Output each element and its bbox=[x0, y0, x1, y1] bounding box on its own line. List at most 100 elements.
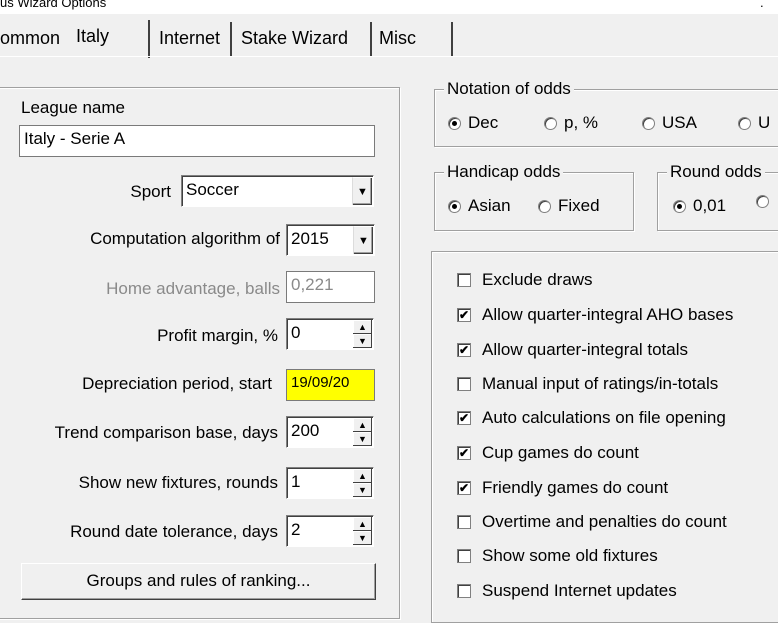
radio-label: Fixed bbox=[558, 196, 600, 215]
spinner-buttons[interactable]: ▲ ▼ bbox=[353, 517, 372, 545]
checkbox-quarter-totals[interactable]: Allow quarter-integral totals bbox=[457, 339, 688, 361]
checkbox[interactable] bbox=[457, 308, 471, 322]
tab-strip: ommon Italy Internet Stake Wizard Misc bbox=[0, 14, 778, 58]
spin-down-icon[interactable]: ▼ bbox=[353, 483, 372, 497]
window-title-right: . bbox=[760, 0, 764, 10]
radio-label: 0,01 bbox=[693, 196, 727, 215]
depreciation-date-input[interactable]: 19/09/20 bbox=[286, 369, 375, 401]
radio-label: Dec bbox=[468, 113, 499, 132]
spinner-buttons[interactable]: ▲ ▼ bbox=[353, 320, 372, 348]
checkbox[interactable] bbox=[457, 377, 471, 391]
trend-base-value: 200 bbox=[291, 421, 320, 440]
spinner-buttons[interactable]: ▲ ▼ bbox=[353, 469, 372, 497]
algorithm-value: 2015 bbox=[291, 229, 329, 248]
checkbox[interactable] bbox=[457, 411, 471, 425]
radio-button[interactable] bbox=[448, 116, 461, 130]
league-name-input[interactable]: Italy - Serie A bbox=[19, 125, 375, 157]
home-advantage-input: 0,221 bbox=[286, 271, 375, 303]
tab-divider bbox=[0, 56, 778, 57]
radio-button[interactable] bbox=[642, 116, 655, 130]
date-tolerance-spinner[interactable]: 2 ▲ ▼ bbox=[286, 515, 374, 547]
checkbox[interactable] bbox=[457, 584, 471, 598]
trend-base-spinner[interactable]: 200 ▲ ▼ bbox=[286, 416, 374, 448]
checkbox[interactable] bbox=[457, 481, 471, 495]
radio-usa[interactable]: USA bbox=[642, 112, 697, 134]
chevron-down-icon[interactable]: ▼ bbox=[352, 177, 372, 205]
checkbox[interactable] bbox=[457, 549, 471, 563]
tab-misc[interactable]: Misc bbox=[375, 22, 453, 56]
tab-label: Internet bbox=[159, 28, 221, 48]
radio-asian[interactable]: Asian bbox=[448, 195, 511, 217]
round-odds-legend: Round odds bbox=[667, 162, 765, 182]
checkbox-label: Allow quarter-integral totals bbox=[482, 340, 688, 359]
radio-button[interactable] bbox=[673, 199, 686, 213]
radio-button[interactable] bbox=[448, 199, 461, 213]
spin-up-icon[interactable]: ▲ bbox=[353, 469, 372, 483]
checkbox-friendly-games[interactable]: Friendly games do count bbox=[457, 477, 668, 499]
checkbox[interactable] bbox=[457, 515, 471, 529]
date-tolerance-label: Round date tolerance, days bbox=[70, 522, 278, 541]
radio-label: U bbox=[758, 113, 771, 132]
spin-up-icon[interactable]: ▲ bbox=[353, 320, 372, 334]
checkbox[interactable] bbox=[457, 446, 471, 460]
league-name-label: League name bbox=[21, 98, 125, 117]
checkbox-quarter-aho[interactable]: Allow quarter-integral AHO bases bbox=[457, 304, 733, 326]
checkbox-label: Auto calculations on file opening bbox=[482, 408, 726, 427]
checkbox-label: Friendly games do count bbox=[482, 478, 669, 497]
radio-u[interactable]: U bbox=[738, 112, 770, 134]
handicap-odds-legend: Handicap odds bbox=[444, 162, 564, 182]
radio-label: Asian bbox=[468, 196, 511, 215]
checkbox-old-fixtures[interactable]: Show some old fixtures bbox=[457, 545, 658, 567]
algorithm-select[interactable]: 2015 ▼ bbox=[286, 224, 375, 256]
profit-margin-spinner[interactable]: 0 ▲ ▼ bbox=[286, 318, 374, 350]
radio-label: p, % bbox=[564, 113, 599, 132]
tab-label: ommon bbox=[0, 28, 61, 48]
radio-dec[interactable]: Dec bbox=[448, 112, 498, 134]
new-fixtures-spinner[interactable]: 1 ▲ ▼ bbox=[286, 467, 374, 499]
checkbox[interactable] bbox=[457, 343, 471, 357]
checkbox-auto-calc[interactable]: Auto calculations on file opening bbox=[457, 407, 726, 429]
radio-button[interactable] bbox=[756, 195, 769, 208]
tab-italy[interactable]: Italy bbox=[64, 20, 150, 58]
radio-button[interactable] bbox=[538, 199, 551, 213]
radio-button[interactable] bbox=[738, 116, 751, 130]
depreciation-label: Depreciation period, start bbox=[82, 374, 272, 393]
checkbox-cup-games[interactable]: Cup games do count bbox=[457, 442, 639, 464]
spin-up-icon[interactable]: ▲ bbox=[353, 517, 372, 531]
spin-down-icon[interactable]: ▼ bbox=[353, 531, 372, 545]
checkbox-manual-input[interactable]: Manual input of ratings/in-totals bbox=[457, 373, 718, 395]
tab-common[interactable]: ommon bbox=[0, 22, 66, 56]
title-bar: us Wizard Options . bbox=[0, 0, 778, 14]
window-title: us Wizard Options bbox=[0, 0, 107, 10]
checkbox-suspend-updates[interactable]: Suspend Internet updates bbox=[457, 580, 677, 602]
radio-percent[interactable]: p, % bbox=[544, 112, 598, 134]
checkbox-label: Overtime and penalties do count bbox=[482, 512, 727, 531]
tab-stake-wizard[interactable]: Stake Wizard bbox=[236, 22, 372, 56]
groups-ranking-button[interactable]: Groups and rules of ranking... bbox=[21, 563, 376, 600]
odds-notation-legend: Notation of odds bbox=[444, 79, 574, 99]
chevron-down-icon[interactable]: ▼ bbox=[353, 226, 373, 254]
profit-margin-value: 0 bbox=[291, 323, 301, 342]
radio-fixed[interactable]: Fixed bbox=[538, 195, 600, 217]
checkbox-exclude-draws[interactable]: Exclude draws bbox=[457, 269, 593, 291]
spinner-buttons[interactable]: ▲ ▼ bbox=[353, 418, 372, 446]
radio-round-other[interactable] bbox=[756, 195, 776, 208]
spin-up-icon[interactable]: ▲ bbox=[353, 418, 372, 432]
checkbox[interactable] bbox=[457, 273, 471, 287]
radio-round-001[interactable]: 0,01 bbox=[673, 195, 726, 217]
checkbox-overtime[interactable]: Overtime and penalties do count bbox=[457, 511, 727, 533]
tab-internet[interactable]: Internet bbox=[154, 22, 232, 56]
trend-base-label: Trend comparison base, days bbox=[54, 423, 278, 442]
checkbox-label: Allow quarter-integral AHO bases bbox=[482, 305, 734, 324]
checkbox-label: Manual input of ratings/in-totals bbox=[482, 374, 719, 393]
spin-down-icon[interactable]: ▼ bbox=[353, 334, 372, 348]
checkbox-label: Exclude draws bbox=[482, 270, 593, 289]
tab-label: Misc bbox=[379, 28, 416, 48]
radio-button[interactable] bbox=[544, 116, 557, 130]
spin-down-icon[interactable]: ▼ bbox=[353, 432, 372, 446]
sport-select[interactable]: Soccer ▼ bbox=[181, 175, 374, 207]
sport-label: Sport bbox=[130, 182, 171, 201]
checkbox-label: Show some old fixtures bbox=[482, 546, 658, 565]
new-fixtures-label: Show new fixtures, rounds bbox=[78, 473, 278, 492]
new-fixtures-value: 1 bbox=[291, 472, 301, 491]
